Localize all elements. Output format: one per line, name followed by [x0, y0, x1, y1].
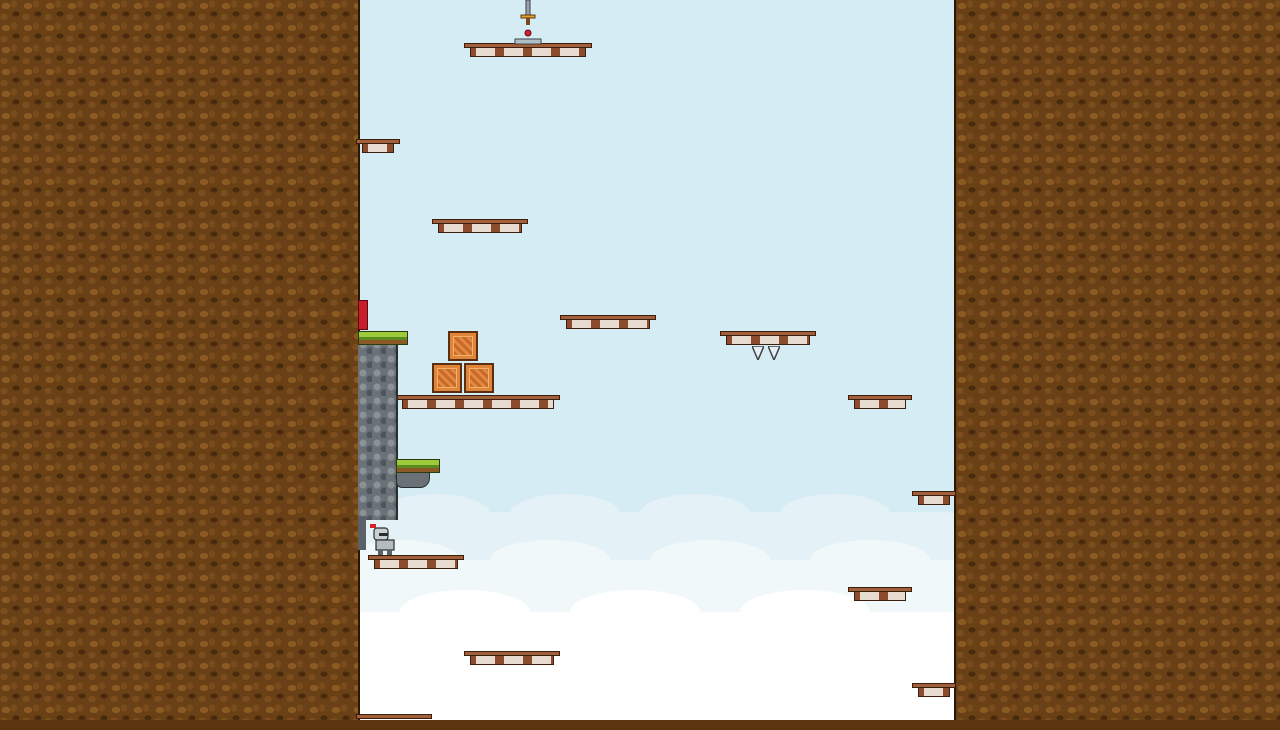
rock-stem	[358, 516, 366, 550]
wood-platform	[356, 714, 432, 730]
dirt-wall-left	[0, 0, 360, 720]
wood-platform	[848, 587, 912, 603]
wood-platform	[912, 683, 956, 699]
wood-platform	[848, 395, 912, 411]
knight-player	[370, 524, 395, 555]
wood-platform	[560, 315, 656, 331]
cloud-layer-front	[360, 590, 954, 720]
rock-ledge	[396, 472, 430, 488]
wood-platform	[356, 139, 400, 155]
red-door	[358, 300, 368, 330]
wood-platform	[432, 219, 528, 235]
wood-platform	[396, 395, 560, 411]
wood-platform	[368, 555, 464, 571]
wood-platform	[720, 331, 816, 347]
wooden-crate	[464, 363, 494, 393]
grass-ledge-top	[358, 331, 408, 345]
dirt-wall-right	[954, 0, 1280, 720]
sword-icon	[514, 0, 542, 45]
spike-icon	[752, 346, 764, 360]
wooden-crate	[448, 331, 478, 361]
grass-ledge-small	[396, 459, 440, 473]
wooden-crate	[432, 363, 462, 393]
wood-platform	[912, 491, 956, 507]
wood-platform	[464, 651, 560, 667]
rock-pillar	[358, 340, 398, 520]
spike-icon	[768, 346, 780, 360]
